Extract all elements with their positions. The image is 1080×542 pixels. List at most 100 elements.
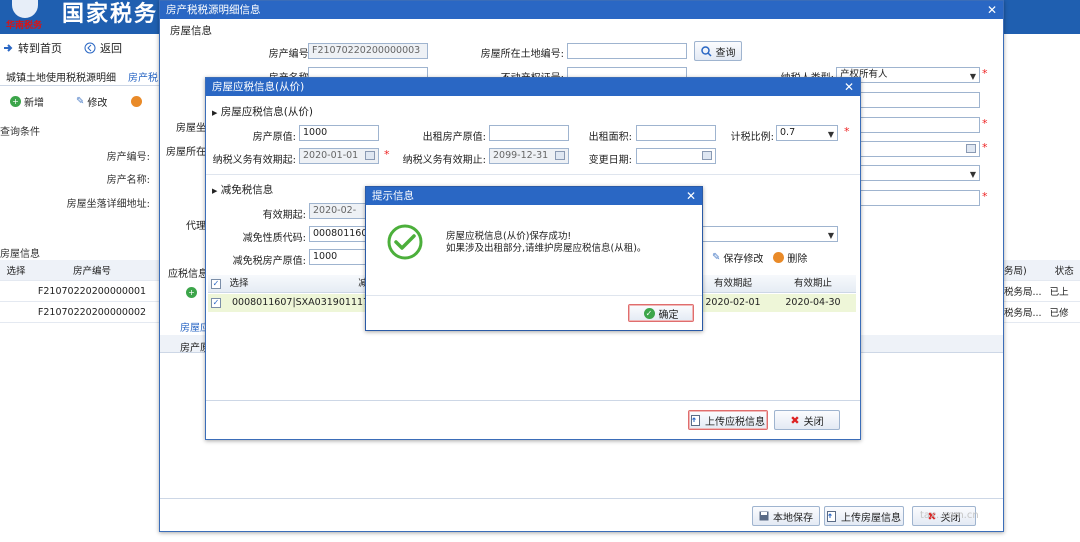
detail-field-r5[interactable] — [854, 190, 980, 206]
change-date-label: 变更日期: — [588, 155, 632, 166]
app-logo: 华南税务 — [6, 0, 48, 31]
close-icon: ✖ — [790, 413, 800, 427]
close-icon[interactable]: ✕ — [844, 78, 854, 96]
rent-value-label: 出租房产原值: — [422, 132, 486, 143]
table-row[interactable]: F21070220200000002 — [0, 302, 160, 323]
window-title: 房产税税源明细信息 — [166, 4, 261, 16]
col-house-no: 房产编号 — [72, 266, 111, 277]
check-circle-icon: ✓ — [643, 307, 655, 319]
ok-button[interactable]: ✓ 确定 — [628, 304, 694, 322]
back-link[interactable]: 返回 — [100, 40, 122, 56]
upload-tax-button[interactable]: 上传应税信息 — [688, 410, 768, 430]
rent-value-field[interactable] — [489, 125, 569, 141]
edit-button[interactable]: ✎ 修改 — [76, 94, 107, 109]
table-row[interactable]: 税务局... 已上 — [1004, 281, 1080, 302]
house-no-field[interactable]: F21070220200000003 — [308, 43, 428, 59]
dialog-title: 提示信息 — [372, 190, 414, 202]
start-date-field[interactable]: 2020-01-01 — [299, 148, 379, 164]
prompt-dialog: 提示信息 ✕ 房屋应税信息(从价)保存成功! 如果涉及出租部分,请维护房屋应税信… — [365, 186, 703, 331]
chevron-down-icon: ▼ — [827, 130, 834, 139]
rent-area-field[interactable] — [636, 125, 716, 141]
bg-right-columns: 务局) 状态 税务局... 已上 税务局... 已修 — [1004, 260, 1080, 323]
upload-doc-icon — [691, 414, 700, 426]
upload-doc-icon — [827, 510, 836, 522]
chevron-down-icon: ▼ — [969, 72, 976, 81]
relief-value-field[interactable]: 1000 — [309, 249, 369, 265]
detail-field-r4[interactable]: ▼ — [854, 165, 980, 181]
close-icon[interactable]: ✕ — [987, 1, 997, 19]
house-no-label: 房产编号: — [106, 152, 150, 163]
detail-section-title: 房屋信息 — [170, 25, 212, 37]
upload-house-button[interactable]: 上传房屋信息 — [824, 506, 904, 526]
app-title: 国家税务 — [62, 2, 159, 27]
module-tabs: 城镇土地使用税税源明细 房产税 — [0, 64, 160, 86]
col-select: 选择 — [6, 266, 26, 277]
plus-icon[interactable]: + — [186, 287, 197, 298]
relief-code-field[interactable]: 0008011607 — [309, 226, 369, 242]
valid-from-label: 有效期起: — [262, 210, 306, 221]
go-home-link[interactable]: 转到首页 — [18, 40, 62, 56]
table-row[interactable]: 税务局... 已修 — [1004, 302, 1080, 323]
tax-info-label: 应税信息 — [168, 269, 208, 280]
calendar-icon[interactable] — [365, 151, 375, 160]
query-button[interactable]: 查询 — [694, 41, 742, 61]
tax-close-button[interactable]: ✖ 关闭 — [774, 410, 840, 430]
prompt-message-line1: 房屋应税信息(从价)保存成功! — [446, 231, 572, 242]
house-no-label: 房产编号: — [268, 49, 312, 60]
calendar-icon[interactable] — [702, 151, 712, 160]
end-date-field[interactable]: 2099-12-31 — [489, 148, 569, 164]
house-area-label: 房屋所在 — [166, 147, 206, 158]
query-section-title: 查询条件 — [0, 127, 40, 138]
chevron-down-icon: ▼ — [827, 231, 834, 240]
relief-code-label: 减免性质代码: — [242, 233, 306, 244]
tax-section-title: ▶ 房屋应税信息(从价) — [212, 106, 313, 118]
delete-relief-button[interactable]: 删除 — [773, 250, 807, 265]
change-date-field[interactable] — [636, 148, 716, 164]
valid-from-field[interactable]: 2020-02-01 — [309, 203, 369, 219]
rent-area-label: 出租面积: — [588, 132, 632, 143]
bg-toolbar: + 新增 ✎ 修改 — [10, 94, 143, 109]
land-no-field[interactable] — [567, 43, 687, 59]
logo-text: 华南税务 — [6, 21, 43, 31]
relief-item-select[interactable]: ▼ — [702, 226, 838, 242]
pencil-icon: ✎ — [712, 252, 721, 263]
calendar-icon[interactable] — [966, 144, 976, 153]
house-addr-label: 房屋坐落详细地址: — [66, 199, 150, 210]
prompt-message-line2: 如果涉及出租部分,请维护房屋应税信息(从租)。 — [446, 243, 647, 254]
delete-icon[interactable] — [131, 96, 143, 107]
house-location-label: 房屋坐 — [176, 123, 206, 134]
pencil-icon: ✎ — [76, 96, 85, 107]
select-all-checkbox[interactable]: ✓ — [211, 279, 221, 289]
house-name-label: 房产名称: — [106, 175, 150, 186]
delete-icon — [773, 252, 785, 263]
plus-icon: + — [10, 96, 21, 107]
bg-house-table: 选择 房产编号 F21070220200000001 F210702202000… — [0, 260, 160, 323]
top-nav: 转到首页 返回 — [0, 38, 122, 58]
original-value-field[interactable]: 1000 — [299, 125, 379, 141]
triangle-right-icon: ▶ — [212, 187, 218, 195]
home-arrow-icon — [4, 44, 13, 52]
add-button[interactable]: + 新增 — [10, 94, 44, 109]
detail-field-r3[interactable] — [854, 141, 980, 157]
relief-section-title: ▶ 减免税信息 — [212, 184, 274, 196]
tab-land-tax[interactable]: 城镇土地使用税税源明细 — [6, 69, 116, 84]
search-icon — [700, 45, 712, 57]
original-value-label: 房产原值: — [252, 132, 296, 143]
start-date-label: 纳税义务有效期起: — [212, 155, 296, 166]
save-edit-button[interactable]: ✎ 保存修改 — [712, 250, 763, 265]
detail-field-r2[interactable] — [854, 117, 980, 133]
info-section-title: 房屋信息 — [0, 249, 40, 260]
window-title: 房屋应税信息(从价) — [212, 81, 305, 93]
end-date-label: 纳税义务有效期止: — [402, 155, 486, 166]
calendar-icon[interactable] — [555, 151, 565, 160]
ratio-label: 计税比例: — [730, 132, 774, 143]
close-icon[interactable]: ✕ — [686, 187, 696, 205]
success-check-icon — [387, 224, 423, 260]
tab-property-tax[interactable]: 房产税 — [128, 69, 158, 84]
local-save-button[interactable]: 本地保存 — [752, 506, 820, 526]
triangle-right-icon: ▶ — [212, 109, 218, 117]
ratio-select[interactable]: 0.7 ▼ — [776, 125, 838, 141]
row-checkbox[interactable]: ✓ — [211, 298, 221, 308]
detail-field-r1[interactable] — [854, 92, 980, 108]
table-row[interactable]: F21070220200000001 — [0, 281, 160, 302]
